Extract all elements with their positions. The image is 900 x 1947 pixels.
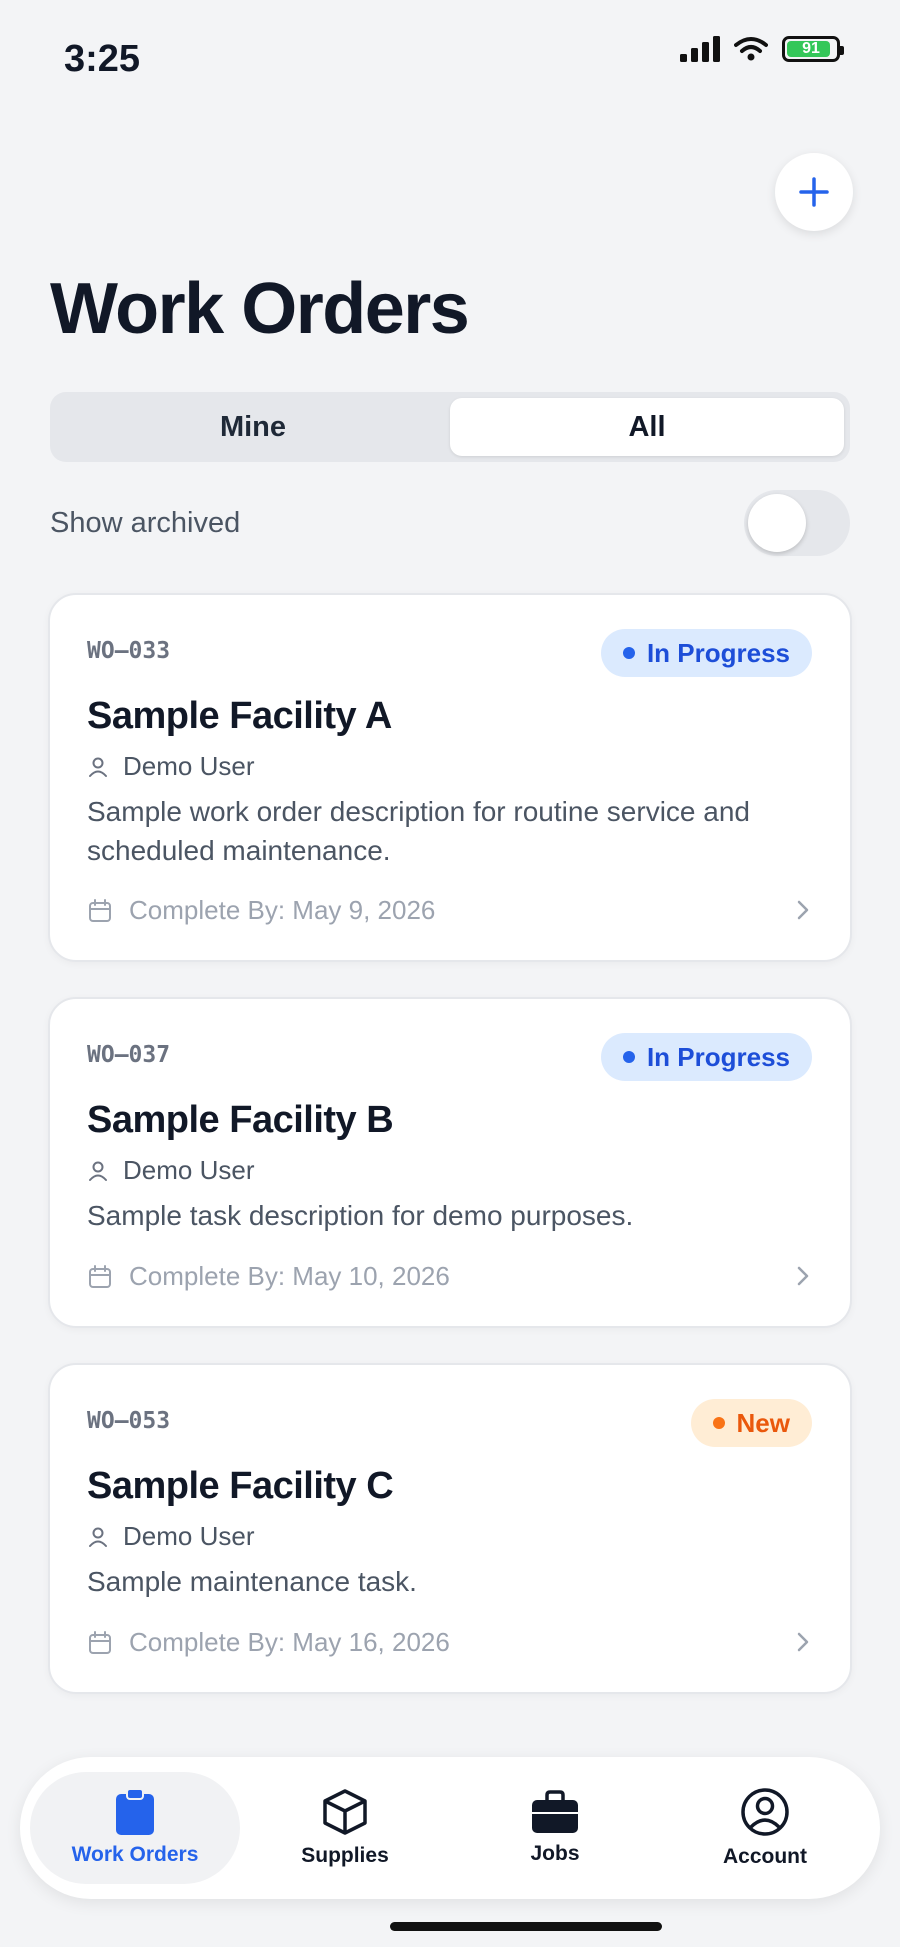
status-time: 3:25 [64,38,141,80]
tab-label: Work Orders [71,1843,199,1866]
assignment-filter: Mine All [50,392,850,462]
due-date-text: Complete By: May 16, 2026 [129,1627,450,1657]
status-bar: 3:25 91 [0,0,900,110]
status-label: In Progress [646,1041,790,1072]
status-badge: New [690,1399,812,1447]
due-date: Complete By: May 16, 2026 [87,1627,450,1658]
due-date: Complete By: May 9, 2026 [87,895,435,926]
tab-label: Jobs [530,1842,580,1865]
facility-name: Sample Facility C [87,1465,394,1507]
work-order-card[interactable]: WO–033 In Progress Sample Facility A Dem… [48,593,852,962]
assignee: Demo User [87,1155,254,1186]
show-archived-label: Show archived [50,506,241,539]
page-title: Work Orders [50,269,470,349]
calendar-icon [89,898,111,922]
status-dot [622,1051,635,1063]
status-dot [622,647,635,659]
work-orders-screen: 3:25 91 Work Orders Mine All Show archiv… [0,0,900,1947]
show-archived-row: Show archived [50,490,850,556]
work-order-description: Sample work order description for routin… [87,796,750,866]
person-icon [89,757,107,777]
battery-icon: 91 [782,36,844,62]
work-order-card[interactable]: WO–037 In Progress Sample Facility B Dem… [48,997,852,1328]
chevron-right-icon [797,1266,809,1286]
filter-mine-tab[interactable]: Mine [56,398,450,456]
assignee-name: Demo User [123,1155,255,1185]
tab-work-orders[interactable]: Work Orders [30,1772,240,1884]
cellular-signal-icon [680,36,720,62]
status-dot [712,1417,725,1429]
tab-account[interactable]: Account [660,1772,870,1884]
bottom-tab-bar: Work Orders Supplies Jobs Account [20,1757,880,1899]
person-icon [89,1527,107,1547]
status-label: New [736,1407,790,1438]
assignee-name: Demo User [123,1521,255,1551]
user-circle-icon [741,1788,789,1836]
battery-cap [840,46,844,55]
add-work-order-button[interactable] [775,153,853,231]
filter-all-tab[interactable]: All [450,398,844,456]
tab-supplies[interactable]: Supplies [240,1772,450,1884]
chevron-right-icon [797,900,809,920]
due-date-text: Complete By: May 10, 2026 [129,1261,450,1291]
facility-name: Sample Facility A [87,695,392,737]
due-date: Complete By: May 10, 2026 [87,1261,450,1292]
battery-percent: 91 [802,40,820,57]
tab-label: Account [723,1845,807,1868]
assignee: Demo User [87,1521,254,1552]
facility-name: Sample Facility B [87,1099,394,1141]
wifi-icon [734,37,768,61]
assignee-name: Demo User [123,751,255,781]
work-order-id: WO–053 [87,1408,171,1434]
status-badge: In Progress [600,629,812,677]
chevron-right-icon [797,1632,809,1652]
home-indicator [390,1922,662,1931]
show-archived-toggle[interactable] [744,490,850,556]
work-order-id: WO–033 [87,638,171,664]
tab-jobs[interactable]: Jobs [450,1772,660,1884]
calendar-icon [89,1264,111,1288]
briefcase-icon [532,1790,578,1833]
box-icon [323,1789,367,1835]
due-date-text: Complete By: May 9, 2026 [129,895,436,925]
assignee: Demo User [87,751,254,782]
status-label: In Progress [646,637,790,668]
work-order-card[interactable]: WO–053 New Sample Facility C Demo User S… [48,1363,852,1694]
toggle-knob [748,494,806,552]
status-badge: In Progress [600,1033,812,1081]
tab-label: Supplies [301,1844,389,1867]
status-icons: 91 [680,36,844,62]
clipboard-icon [116,1789,154,1835]
plus-icon [799,177,829,207]
work-order-description: Sample task description for demo purpose… [87,1200,634,1231]
person-icon [89,1161,107,1181]
work-order-id: WO–037 [87,1042,171,1068]
work-order-description: Sample maintenance task. [87,1566,417,1597]
calendar-icon [89,1630,111,1654]
